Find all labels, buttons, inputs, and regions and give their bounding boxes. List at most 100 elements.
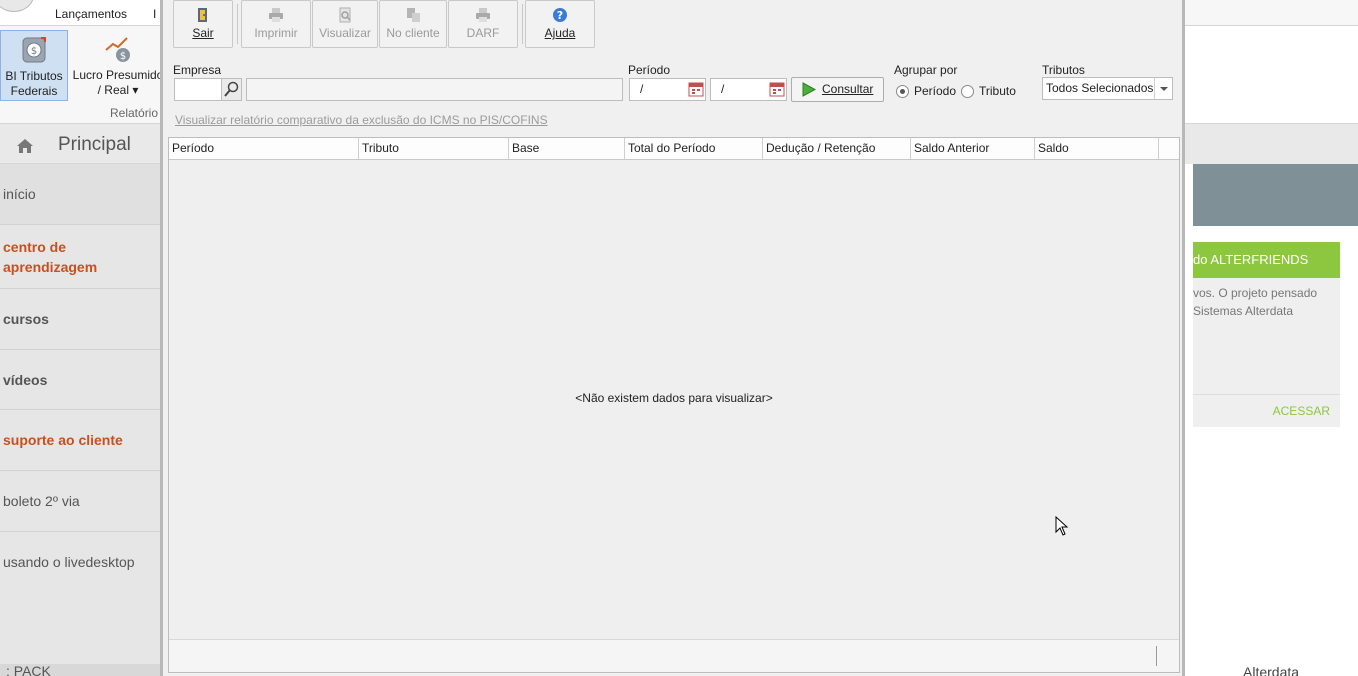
client-server-icon: [407, 8, 420, 22]
svg-text:$: $: [120, 51, 126, 62]
sidebar-item-videos[interactable]: vídeos: [0, 350, 160, 410]
app-orb-icon[interactable]: [0, 0, 34, 12]
chevron-down-icon[interactable]: [1154, 78, 1172, 99]
agrupar-tributo-radio[interactable]: Tributo: [961, 84, 1016, 98]
lucro-presumido-label-1: Lucro Presumido: [72, 68, 164, 82]
bi-tributos-federais-button[interactable]: $ BI Tributos Federais: [0, 30, 68, 101]
alterfriends-card-text: vos. O projeto pensado Sistemas Alterdat…: [1193, 278, 1340, 320]
preview-icon: [339, 7, 351, 23]
sidebar-item-cursos[interactable]: cursos: [0, 289, 160, 350]
empty-grid-message: <Não existem dados para visualizar>: [575, 391, 773, 405]
periodo-start-input[interactable]: /: [629, 78, 706, 101]
agrupar-por-label: Agrupar por: [894, 63, 958, 77]
consultar-label: Consultar: [822, 82, 874, 96]
background-app-right: do ALTERFRIENDS vos. O projeto pensado S…: [1185, 0, 1358, 676]
footer-separator: [1156, 646, 1157, 666]
printer-icon: [269, 8, 283, 22]
alterfriends-card-text-line-1: vos. O projeto pensado: [1193, 286, 1318, 300]
lucro-presumido-icon: $: [105, 37, 130, 62]
empresa-code-input[interactable]: [174, 78, 222, 101]
sidebar-item-suporte-ao-cliente[interactable]: suporte ao cliente: [0, 410, 160, 471]
column-header-periodo[interactable]: Período: [169, 138, 359, 159]
right-gray-band: [1185, 124, 1358, 164]
ribbon-body: $ BI Tributos Federais $ Lucro Presumido…: [0, 26, 163, 124]
sidebar-item-centro-de-aprendizagem[interactable]: centro de aprendizagem: [0, 225, 160, 289]
sidebar-item-usando-o-livedesktop[interactable]: usando o livedesktop: [0, 532, 160, 592]
sidebar-item-label: vídeos: [3, 371, 48, 388]
toolbar-separator: [237, 4, 238, 44]
sidebar-title: Principal: [58, 134, 131, 155]
svg-text:?: ?: [557, 9, 563, 22]
column-header-deducao-retencao[interactable]: Dedução / Retenção: [763, 138, 911, 159]
toolbar-separator: [522, 4, 523, 44]
consultar-button[interactable]: Consultar: [791, 77, 884, 102]
lucro-presumido-button[interactable]: $ Lucro Presumido / Real ▾: [72, 30, 164, 101]
tributos-select[interactable]: Todos Selecionados: [1042, 77, 1173, 100]
agrupar-periodo-radio[interactable]: Período: [896, 84, 956, 98]
tributos-label: Tributos: [1042, 63, 1085, 77]
acessar-link[interactable]: ACESSAR: [1273, 404, 1330, 418]
sidebar: Principal início centro de aprendizagem …: [0, 124, 160, 676]
help-icon: ?: [553, 8, 567, 22]
imprimir-button[interactable]: Imprimir: [241, 0, 311, 48]
column-header-base[interactable]: Base: [509, 138, 625, 159]
home-icon[interactable]: [16, 138, 34, 154]
results-grid: Período Tributo Base Total do Período De…: [168, 137, 1180, 673]
visualizar-button[interactable]: Visualizar: [312, 0, 378, 48]
alterfriends-card-text-line-2: Sistemas Alterdata: [1193, 304, 1294, 318]
tributos-selected-value: Todos Selecionados: [1046, 81, 1154, 95]
svg-text:$: $: [31, 46, 37, 57]
column-header-total-do-periodo[interactable]: Total do Período: [625, 138, 763, 159]
calendar-icon[interactable]: [769, 81, 785, 97]
sidebar-item-label: início: [3, 186, 36, 202]
door-exit-icon: [198, 8, 207, 22]
ribbon-tab-bar: Lançamentos I: [0, 0, 160, 26]
column-header-tributo[interactable]: Tributo: [359, 138, 509, 159]
alterdata-footer: Alterdata: [1243, 664, 1300, 676]
empresa-search-button[interactable]: [221, 78, 242, 101]
periodo-label: Período: [628, 63, 671, 77]
agrupar-tributo-label: Tributo: [979, 84, 1016, 98]
bi-tributos-label-2: Federais: [10, 84, 58, 98]
sidebar-item-inicio[interactable]: início: [0, 164, 160, 225]
lucro-presumido-label-2: / Real ▾: [97, 83, 139, 97]
ribbon-group-label: Relatório: [110, 106, 159, 120]
empresa-name-field: [246, 78, 623, 101]
alterfriends-card-title: do ALTERFRIENDS: [1193, 242, 1340, 278]
column-header-saldo[interactable]: Saldo: [1035, 138, 1159, 159]
card-divider: [1193, 394, 1340, 395]
darf-button[interactable]: DARF: [448, 0, 518, 48]
ajuda-button[interactable]: ? Ajuda: [525, 0, 595, 48]
agrupar-periodo-label: Período: [914, 84, 957, 98]
no-cliente-button[interactable]: No cliente: [379, 0, 447, 48]
search-icon: [224, 81, 239, 97]
bi-tributos-window: Sair Imprimir Visualizar No cliente DARF…: [160, 0, 1185, 676]
calendar-icon[interactable]: [688, 81, 704, 97]
right-title-strip: [1185, 0, 1358, 26]
relatorio-comparativo-link[interactable]: Visualizar relatório comparativo da excl…: [175, 113, 548, 127]
sidebar-item-label: suporte ao cliente: [3, 432, 123, 448]
sidebar-footer: : PACK: [0, 664, 160, 676]
sidebar-header: Principal: [0, 124, 160, 164]
ribbon-tab-next[interactable]: I: [153, 7, 156, 21]
ajuda-label: Ajuda: [544, 26, 576, 40]
sidebar-item-label: centro de aprendizagem: [3, 238, 98, 275]
sair-button[interactable]: Sair: [173, 0, 233, 48]
play-icon: [802, 82, 816, 97]
periodo-end-input[interactable]: /: [710, 78, 787, 101]
sidebar-item-label: usando o livedesktop: [3, 554, 135, 570]
sair-label: Sair: [192, 26, 214, 40]
grid-header: Período Tributo Base Total do Período De…: [169, 138, 1179, 160]
background-app-left: Lançamentos I $ BI Tributos Federais $ L…: [0, 0, 163, 676]
imprimir-label: Imprimir: [254, 26, 298, 40]
sidebar-item-boleto-2-via[interactable]: boleto 2º via: [0, 471, 160, 532]
radio-unselected-icon: [961, 84, 974, 98]
bi-tributos-label-1: BI Tributos: [5, 69, 63, 83]
radio-selected-icon: [896, 84, 909, 98]
alterfriends-card: do ALTERFRIENDS vos. O projeto pensado S…: [1193, 242, 1340, 427]
empresa-label: Empresa: [173, 63, 222, 77]
sidebar-item-label: cursos: [3, 311, 49, 327]
ribbon-tab-lancamentos[interactable]: Lançamentos: [55, 7, 127, 21]
column-header-saldo-anterior[interactable]: Saldo Anterior: [911, 138, 1035, 159]
bi-tributos-icon: $: [22, 37, 46, 63]
